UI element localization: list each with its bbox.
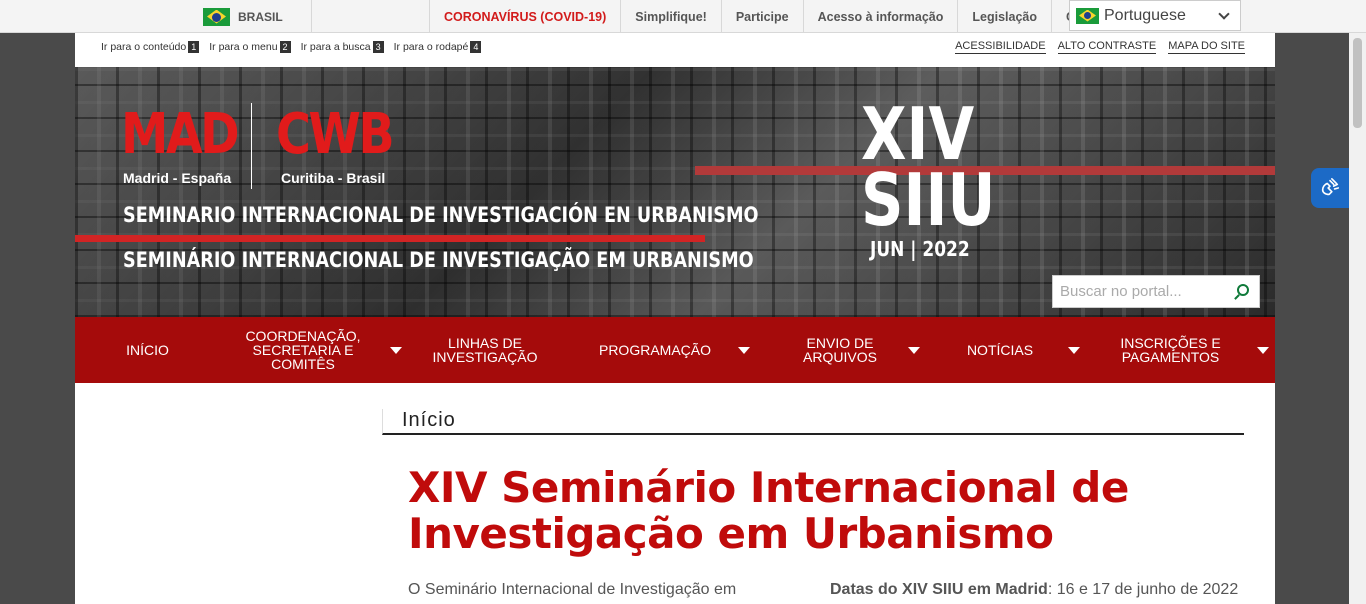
chevron-down-icon	[908, 347, 920, 354]
skip-link-key: 4	[470, 41, 482, 53]
breadcrumb-current: Início	[402, 409, 456, 431]
nav-item-label: PROGRAMAÇÃO	[598, 342, 711, 358]
gov-link-participe[interactable]: Participe	[720, 0, 803, 33]
scrollbar-thumb[interactable]	[1353, 38, 1362, 128]
city-madrid: Madrid - España	[123, 170, 232, 186]
logo-divider	[251, 103, 252, 189]
logo-cwb: CWB	[276, 102, 395, 167]
accessibility-links: ACESSIBILIDADE ALTO CONTRASTE MAPA DO SI…	[955, 40, 1245, 54]
search-icon[interactable]	[1237, 284, 1249, 296]
nav-item-coordenacao[interactable]: COORDENAÇÃO, SECRETARIA E COMITÊS	[220, 317, 410, 383]
chevron-down-icon	[1257, 347, 1269, 354]
city-curitiba: Curitiba - Brasil	[281, 170, 386, 186]
header-banner: MAD CWB Madrid - España Curitiba - Brasi…	[75, 67, 1275, 317]
gov-brasil-label: BRASIL	[238, 9, 283, 24]
event-dates: Datas do XIV SIIU em Madrid: 16 e 17 de …	[830, 581, 1238, 599]
nav-item-label: INÍCIO	[126, 342, 169, 358]
brazil-flag-icon	[203, 7, 230, 26]
event-dates-value: : 16 e 17 de junho de 2022	[1047, 581, 1239, 598]
nav-item-label: LINHAS DE INVESTIGAÇÃO	[432, 335, 538, 365]
skip-link-label: Ir para a busca	[300, 41, 371, 53]
gov-brasil-link[interactable]: BRASIL	[186, 0, 312, 33]
nav-item-noticias[interactable]: NOTÍCIAS	[930, 317, 1090, 383]
chevron-down-icon	[738, 347, 750, 354]
vlibras-widget-button[interactable]	[1311, 168, 1349, 208]
gov-link-acesso-informacao[interactable]: Acesso à informação	[802, 0, 958, 33]
search-input[interactable]	[1053, 276, 1223, 307]
page-title: XIV Seminário Internacional de Investiga…	[408, 463, 1129, 558]
skip-link-label: Ir para o menu	[209, 41, 278, 53]
breadcrumb: Início	[382, 409, 1244, 435]
nav-item-programacao[interactable]: PROGRAMAÇÃO	[560, 317, 770, 383]
language-label: Portuguese	[1104, 6, 1186, 24]
banner-stripe	[75, 235, 705, 242]
sitemap-link[interactable]: MAPA DO SITE	[1168, 40, 1245, 54]
brazil-flag-icon	[1076, 7, 1099, 24]
gov-links: CORONAVÍRUS (COVID-19) Simplifique! Part…	[429, 0, 1089, 33]
skip-link-content[interactable]: Ir para o conteúdo 1	[101, 41, 200, 53]
banner-title-pt: SEMINÁRIO INTERNACIONAL DE INVESTIGAÇÃO …	[123, 248, 754, 272]
page-container: Ir para o conteúdo 1 Ir para o menu 2 Ir p…	[75, 33, 1275, 604]
nav-item-linhas[interactable]: LINHAS DE INVESTIGAÇÃO	[410, 317, 560, 383]
nav-item-inscricoes[interactable]: INSCRIÇÕES E PAGAMENTOS	[1090, 317, 1275, 383]
intro-text: O Seminário Internacional de Investigaçã…	[408, 581, 737, 598]
skip-link-label: Ir para o rodapé	[393, 41, 469, 53]
high-contrast-link[interactable]: ALTO CONTRASTE	[1057, 40, 1157, 54]
skip-links: Ir para o conteúdo 1 Ir para o menu 2 Ir p…	[101, 41, 482, 53]
accessibility-link[interactable]: ACESSIBILIDADE	[955, 40, 1046, 54]
nav-item-label: NOTÍCIAS	[966, 342, 1034, 358]
gov-link-legislacao[interactable]: Legislação	[957, 0, 1051, 33]
gov-bar: BRASIL CORONAVÍRUS (COVID-19) Simplifiqu…	[0, 0, 1366, 33]
skip-link-key: 3	[372, 41, 384, 53]
chevron-down-icon	[1068, 347, 1080, 354]
gov-link-covid[interactable]: CORONAVÍRUS (COVID-19)	[429, 0, 620, 33]
skip-link-menu[interactable]: Ir para o menu 2	[209, 41, 291, 53]
nav-item-label: ENVIO DE ARQUIVOS	[803, 335, 877, 365]
edition-acronym: SIIU	[861, 158, 996, 243]
top-bar: Ir para o conteúdo 1 Ir para o menu 2 Ir p…	[75, 33, 1275, 67]
edition-date: JUN | 2022	[870, 237, 970, 261]
edition-title: XIV SIIU	[861, 98, 996, 243]
gov-link-simplifique[interactable]: Simplifique!	[620, 0, 721, 33]
nav-item-label: INSCRIÇÕES E PAGAMENTOS	[1120, 335, 1221, 365]
nav-item-label: COORDENAÇÃO, SECRETARIA E COMITÊS	[245, 328, 361, 372]
skip-link-key: 2	[279, 41, 291, 53]
page-scrollbar[interactable]	[1349, 33, 1366, 604]
banner-title-es: SEMINARIO INTERNACIONAL DE INVESTIGACIÓN…	[123, 203, 759, 227]
search-box	[1052, 275, 1260, 308]
logo-mad: MAD	[121, 102, 240, 167]
main-nav: INÍCIO COORDENAÇÃO, SECRETARIA E COMITÊS…	[75, 317, 1275, 383]
event-dates-label: Datas do XIV SIIU em Madrid	[830, 581, 1048, 598]
skip-link-footer[interactable]: Ir para o rodapé 4	[394, 41, 482, 53]
chevron-down-icon	[1218, 8, 1230, 20]
chevron-down-icon	[390, 347, 402, 354]
skip-link-label: Ir para o conteúdo	[101, 41, 187, 53]
skip-link-search[interactable]: Ir para a busca 3	[301, 41, 384, 53]
skip-link-key: 1	[188, 41, 200, 53]
sign-language-hands-icon	[1321, 178, 1340, 196]
language-select[interactable]: Portuguese	[1069, 0, 1241, 31]
nav-item-inicio[interactable]: INÍCIO	[75, 317, 220, 383]
nav-item-envio[interactable]: ENVIO DE ARQUIVOS	[770, 317, 930, 383]
